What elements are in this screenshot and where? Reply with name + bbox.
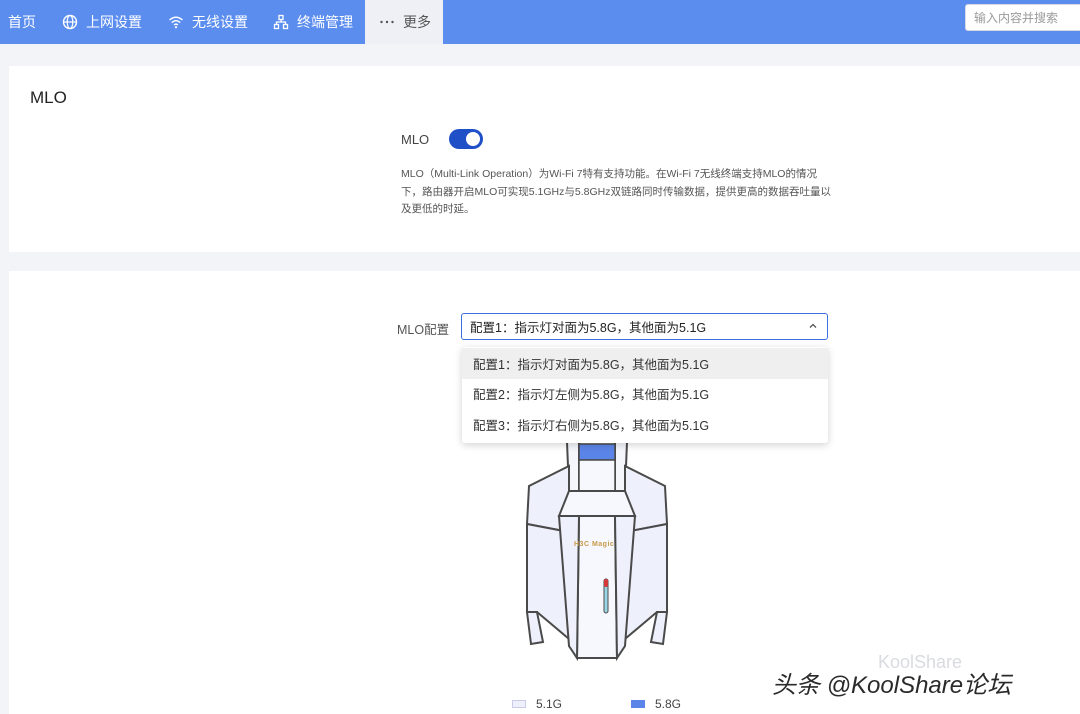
globe-icon (62, 14, 78, 30)
more-dots-icon (380, 20, 394, 24)
mlo-config-label: MLO配置 (397, 323, 450, 337)
mlo-toggle-switch[interactable] (449, 129, 483, 149)
nav-internet-label: 上网设置 (86, 14, 142, 30)
mlo-card: MLO MLO MLO（Multi-Link Operation）为Wi-Fi … (9, 66, 1080, 252)
network-tree-icon (273, 14, 289, 30)
search-input[interactable] (965, 4, 1080, 31)
router-illustration (525, 441, 669, 662)
legend-item-5-1g: 5.1G (512, 697, 562, 711)
legend-swatch-icon (512, 700, 526, 708)
nav-devices[interactable]: 终端管理 (273, 0, 353, 44)
top-nav-bar: 首页 上网设置 无线设置 终端管理 更多 (0, 0, 1080, 44)
mlo-config-selected-value: 配置1：指示灯对面为5.8G，其他面为5.1G (470, 321, 707, 335)
toggle-knob (466, 132, 480, 146)
dropdown-option-label: 配置2：指示灯左侧为5.8G，其他面为5.1G (473, 388, 710, 403)
nav-home[interactable]: 首页 (8, 0, 36, 44)
nav-more-label: 更多 (403, 14, 431, 30)
nav-home-label: 首页 (8, 14, 36, 30)
mlo-config-card: MLO配置 配置1：指示灯对面为5.8G，其他面为5.1G 配置1：指示灯对面为… (9, 271, 1080, 714)
mlo-section-title: MLO (30, 88, 67, 107)
dropdown-option-config3[interactable]: 配置3：指示灯右侧为5.8G，其他面为5.1G (462, 409, 828, 440)
wifi-icon (169, 16, 183, 29)
legend-label: 5.1G (536, 697, 563, 711)
mlo-config-dropdown: 配置1：指示灯对面为5.8G，其他面为5.1G 配置2：指示灯左侧为5.8G，其… (462, 347, 828, 443)
legend-item-5-8g: 5.8G (631, 697, 681, 711)
chevron-up-icon (809, 323, 817, 328)
watermark-text: 头条 @KoolShare论坛 (772, 672, 1012, 699)
mlo-config-select[interactable]: 配置1：指示灯对面为5.8G，其他面为5.1G (461, 313, 828, 340)
nav-more[interactable]: 更多 (365, 0, 443, 44)
router-logo-text: H3C Magic (574, 541, 615, 548)
mlo-toggle-label: MLO (401, 132, 430, 147)
legend-label: 5.8G (655, 697, 682, 711)
legend-swatch-icon (631, 700, 645, 708)
dropdown-option-config2[interactable]: 配置2：指示灯左侧为5.8G，其他面为5.1G (462, 379, 828, 410)
nav-wireless-label: 无线设置 (192, 14, 248, 30)
nav-internet[interactable]: 上网设置 (62, 0, 142, 44)
dropdown-option-label: 配置1：指示灯对面为5.8G，其他面为5.1G (473, 357, 710, 372)
dropdown-option-config1[interactable]: 配置1：指示灯对面为5.8G，其他面为5.1G (462, 348, 828, 379)
mlo-description: MLO（Multi-Link Operation）为Wi-Fi 7特有支持功能。… (401, 168, 831, 215)
nav-wireless[interactable]: 无线设置 (168, 0, 248, 44)
nav-devices-label: 终端管理 (297, 14, 353, 30)
dropdown-option-label: 配置3：指示灯右侧为5.8G，其他面为5.1G (473, 418, 710, 433)
